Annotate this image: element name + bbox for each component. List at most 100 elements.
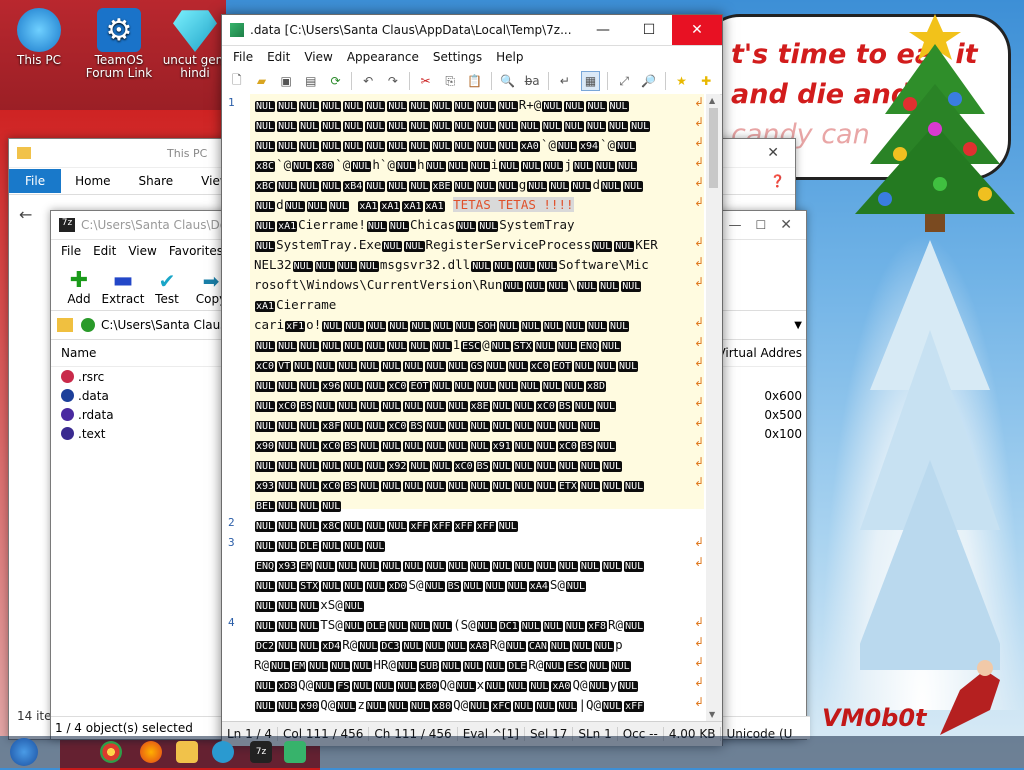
code-row[interactable]: NUL NUL NUL NUL NUL NUL NUL NUL NUL 1 ESC @ NUL STX NU… <box>254 335 622 355</box>
back-arrow-icon[interactable]: ← <box>19 205 32 224</box>
cut-icon[interactable]: ✂ <box>417 72 435 90</box>
code-row[interactable]: x8C `@ NUL x80 `@ NUL h`@ NUL h NUL NUL NUL i NUL NUL N… <box>254 155 638 175</box>
add-button[interactable]: ✚ Add <box>57 270 101 307</box>
desktop-icon-this-pc[interactable]: This PC <box>4 8 74 67</box>
save-as-icon[interactable]: ▤ <box>302 72 320 90</box>
zoom-icon[interactable]: 🔎 <box>640 72 658 90</box>
code-row[interactable]: NUL d NUL NUL NUL xA1 xA1 xA1 xA1 TETAS TETAS !… <box>254 195 574 215</box>
sevenzip-taskbar-icon[interactable]: 7z <box>250 741 272 763</box>
code-row[interactable]: NUL NUL NUL x8F NUL NUL xC0 BS NUL NUL NUL NUL NUL NU… <box>254 415 601 435</box>
code-row[interactable]: NEL32 NUL NUL NUL NUL msgsvr32.dll NUL NUL NUL NU… <box>254 255 649 275</box>
code-row[interactable]: NUL NUL NUL NUL NUL NUL NUL NUL NUL NUL NUL NUL R+@ N… <box>254 95 630 115</box>
code-row[interactable]: NUL NUL NUL NUL NUL NUL NUL NUL NUL NUL NUL NUL NUL N… <box>254 115 651 135</box>
menu-file[interactable]: File <box>226 50 260 64</box>
save-icon[interactable]: ▣ <box>277 72 295 90</box>
notepad-window[interactable]: .data [C:\Users\Santa Claus\AppData\Loca… <box>221 14 792 746</box>
code-row[interactable]: ENQ x93 EM NUL NUL NUL NUL NUL NUL NUL NUL NUL NUL NU… <box>254 555 645 575</box>
control-char: NUL <box>535 461 556 472</box>
code-row[interactable]: NUL NUL x90 Q@ NUL z NUL NUL NUL x80 Q@ NUL xFC NUL NU… <box>254 695 645 715</box>
code-row[interactable]: xC0 VT NUL NUL NUL NUL NUL NUL NUL NUL GS NUL NUL xC0… <box>254 355 639 375</box>
tab-share[interactable]: Share <box>125 169 188 193</box>
word-wrap-icon[interactable]: ↵ <box>556 72 574 90</box>
close-icon[interactable]: ✕ <box>767 145 779 161</box>
code-row[interactable]: NUL NUL DLE NUL NUL NUL <box>254 535 386 555</box>
scroll-up-icon[interactable]: ▲ <box>709 96 715 105</box>
menu-edit[interactable]: Edit <box>260 50 297 64</box>
text-editor[interactable]: 1 2 3 4 NUL NUL NUL NUL NUL NUL NUL NUL NUL NUL NU… <box>222 94 706 721</box>
network-icon[interactable] <box>212 741 234 763</box>
maximize-icon[interactable]: ☐ <box>756 218 767 232</box>
control-char: NUL <box>519 381 540 392</box>
code-row[interactable]: NUL NUL STX NUL NUL NUL xD0 S@ NUL BS NUL NUL NUL xA4… <box>254 575 587 595</box>
code-row[interactable]: DC2 NUL NUL xD4 R@ NUL DC3 NUL NUL NUL xA8 R@ NUL CAN… <box>254 635 623 655</box>
reload-icon[interactable]: ⟳ <box>327 72 345 90</box>
code-row[interactable]: x93 NUL NUL xC0 BS NUL NUL NUL NUL NUL NUL NUL NUL NU… <box>254 475 645 495</box>
code-row[interactable]: NUL SystemTray.Exe NUL NUL RegisterServicePr… <box>254 235 658 255</box>
undo-icon[interactable]: ↶ <box>359 72 377 90</box>
code-row[interactable]: cari xF1 o! NUL NUL NUL NUL NUL NUL NUL SOH NUL NUL N… <box>254 315 630 335</box>
column-name[interactable]: Name <box>51 346 96 360</box>
code-row[interactable]: NUL NUL NUL x96 NUL NUL xC0 EOT NUL NUL NUL NUL NUL N… <box>254 375 607 395</box>
menu-favorites[interactable]: Favorites <box>163 244 229 258</box>
maximize-button[interactable]: ☐ <box>626 15 672 45</box>
redo-icon[interactable]: ↷ <box>384 72 402 90</box>
view-toggle-icon[interactable]: ▦ <box>580 71 601 91</box>
firefox-icon[interactable] <box>140 741 162 763</box>
folder-icon[interactable] <box>176 741 198 763</box>
column-virtual-address[interactable]: Virtual Addres <box>717 346 802 360</box>
code-row[interactable]: NUL NUL NUL NUL NUL NUL x92 NUL NUL xC0 BS NUL NUL NU… <box>254 455 623 475</box>
menu-appearance[interactable]: Appearance <box>340 50 426 64</box>
replace-icon[interactable]: b̶a <box>523 72 541 90</box>
menu-view[interactable]: View <box>122 244 162 258</box>
test-button[interactable]: ✔ Test <box>145 270 189 306</box>
notepad-taskbar-icon[interactable] <box>284 741 306 763</box>
code-row[interactable]: R@ NUL EM NUL NUL NUL HR@ NUL SUB NUL NUL NUL DLE R@ N… <box>254 655 632 675</box>
code-row[interactable]: NUL NUL NUL xS@ NUL <box>254 595 365 615</box>
up-folder-icon[interactable] <box>57 318 73 332</box>
notepad-titlebar[interactable]: .data [C:\Users\Santa Claus\AppData\Loca… <box>222 15 722 46</box>
chrome-icon[interactable] <box>100 741 122 763</box>
code-row[interactable]: BEL NUL NUL NUL <box>254 495 342 515</box>
zoom-reset-icon[interactable]: ⤢ <box>615 72 633 90</box>
menu-file[interactable]: File <box>55 244 87 258</box>
vertical-scrollbar[interactable]: ▲ ▼ <box>706 94 720 721</box>
menu-edit[interactable]: Edit <box>87 244 122 258</box>
code-row[interactable]: x90 NUL NUL xC0 BS NUL NUL NUL NUL NUL NUL x91 NUL NU… <box>254 435 617 455</box>
code-text: R@ <box>489 637 505 652</box>
help-icon[interactable]: ❓ <box>770 174 785 188</box>
open-folder-icon[interactable]: ▰ <box>253 72 271 90</box>
desktop-icon-teamos[interactable]: ⚙ TeamOS Forum Link <box>84 8 154 80</box>
code-row[interactable]: NUL xA1 Cierrame! NUL NUL Chicas NUL NUL SystemT… <box>254 215 575 235</box>
scroll-thumb[interactable] <box>709 108 718 188</box>
code-row[interactable]: xBC NUL NUL NUL xB4 NUL NUL NUL xBE NUL NUL NUL g NUL… <box>254 175 644 195</box>
code-row[interactable]: xA1 Cierrame <box>254 295 336 315</box>
minimize-icon[interactable]: — <box>729 218 742 233</box>
minimize-button[interactable]: — <box>580 15 626 45</box>
desktop-icon-uncut-gem[interactable]: uncut gem hindi <box>160 8 230 80</box>
code-area[interactable]: NUL NUL NUL NUL NUL NUL NUL NUL NUL NUL NUL NUL R+@ N… <box>252 94 706 721</box>
add-favorite-icon[interactable]: ✚ <box>697 72 715 90</box>
start-button-icon[interactable] <box>10 738 38 766</box>
close-icon[interactable]: ✕ <box>780 217 792 233</box>
menu-view[interactable]: View <box>297 50 339 64</box>
code-row[interactable]: NUL xD8 Q@ NUL FS NUL NUL NUL xB0 Q@ NUL x NUL NUL NUL… <box>254 675 639 695</box>
find-icon[interactable]: 🔍 <box>499 72 517 90</box>
code-row[interactable]: NUL NUL NUL TS@ NUL DLE NUL NUL NUL (S@ NUL DC1 NUL N… <box>254 615 645 635</box>
close-button[interactable]: ✕ <box>672 15 722 45</box>
control-char: NUL <box>594 641 615 652</box>
tab-file[interactable]: File <box>9 169 62 193</box>
menu-help[interactable]: Help <box>489 50 530 64</box>
code-row[interactable]: NUL xC0 BS NUL NUL NUL NUL NUL NUL NUL x8E NUL NUL xC… <box>254 395 617 415</box>
code-row[interactable]: NUL NUL NUL NUL NUL NUL NUL NUL NUL NUL NUL NUL xA0 `… <box>254 135 637 155</box>
chevron-down-icon[interactable]: ▼ <box>794 320 802 331</box>
code-row[interactable]: rosoft\Windows\CurrentVersion\Run NUL NUL N… <box>254 275 642 295</box>
extract-button[interactable]: ▬ Extract <box>101 270 145 307</box>
scroll-down-icon[interactable]: ▼ <box>709 710 715 719</box>
favorites-icon[interactable]: ★ <box>673 72 691 90</box>
menu-settings[interactable]: Settings <box>426 50 489 64</box>
paste-icon[interactable]: 📋 <box>466 72 484 90</box>
tab-home[interactable]: Home <box>61 169 124 193</box>
new-file-icon[interactable]: 🗋 <box>228 72 246 90</box>
copy-icon[interactable]: ⎘ <box>441 72 459 90</box>
code-row[interactable]: NUL NUL NUL x8C NUL NUL NUL xFF xFF xFF xFF NUL <box>254 515 519 535</box>
